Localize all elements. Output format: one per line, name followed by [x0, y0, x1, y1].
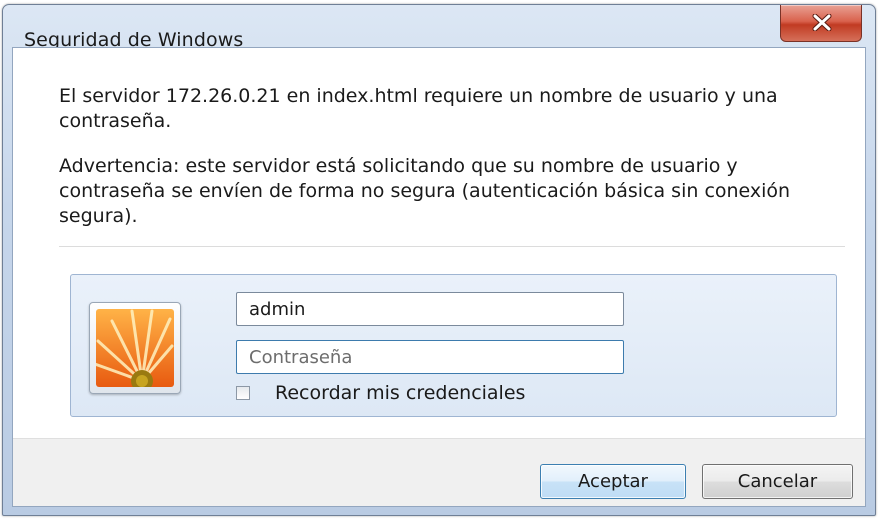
security-dialog: Seguridad de Windows El servidor 172.26.… — [2, 4, 876, 516]
warning-message: Advertencia: este servidor está solicita… — [59, 155, 791, 227]
title-bar[interactable]: Seguridad de Windows — [3, 5, 875, 51]
remember-label[interactable]: Recordar mis credenciales — [275, 382, 525, 404]
user-tile — [89, 302, 181, 394]
ok-button[interactable]: Aceptar — [540, 464, 686, 499]
close-icon — [812, 14, 832, 31]
remember-credentials-row[interactable]: Recordar mis credenciales — [236, 380, 525, 406]
cancel-button[interactable]: Cancelar — [702, 464, 853, 499]
server-message: El servidor 172.26.0.21 en index.html re… — [59, 85, 778, 132]
password-input[interactable] — [236, 340, 624, 374]
username-input[interactable] — [236, 292, 624, 326]
close-button[interactable] — [780, 5, 862, 42]
credentials-panel: Recordar mis credenciales — [70, 274, 837, 417]
divider — [59, 246, 845, 247]
flower-avatar-icon — [96, 309, 174, 387]
dialog-body: El servidor 172.26.0.21 en index.html re… — [12, 47, 866, 507]
remember-checkbox[interactable] — [236, 386, 250, 400]
